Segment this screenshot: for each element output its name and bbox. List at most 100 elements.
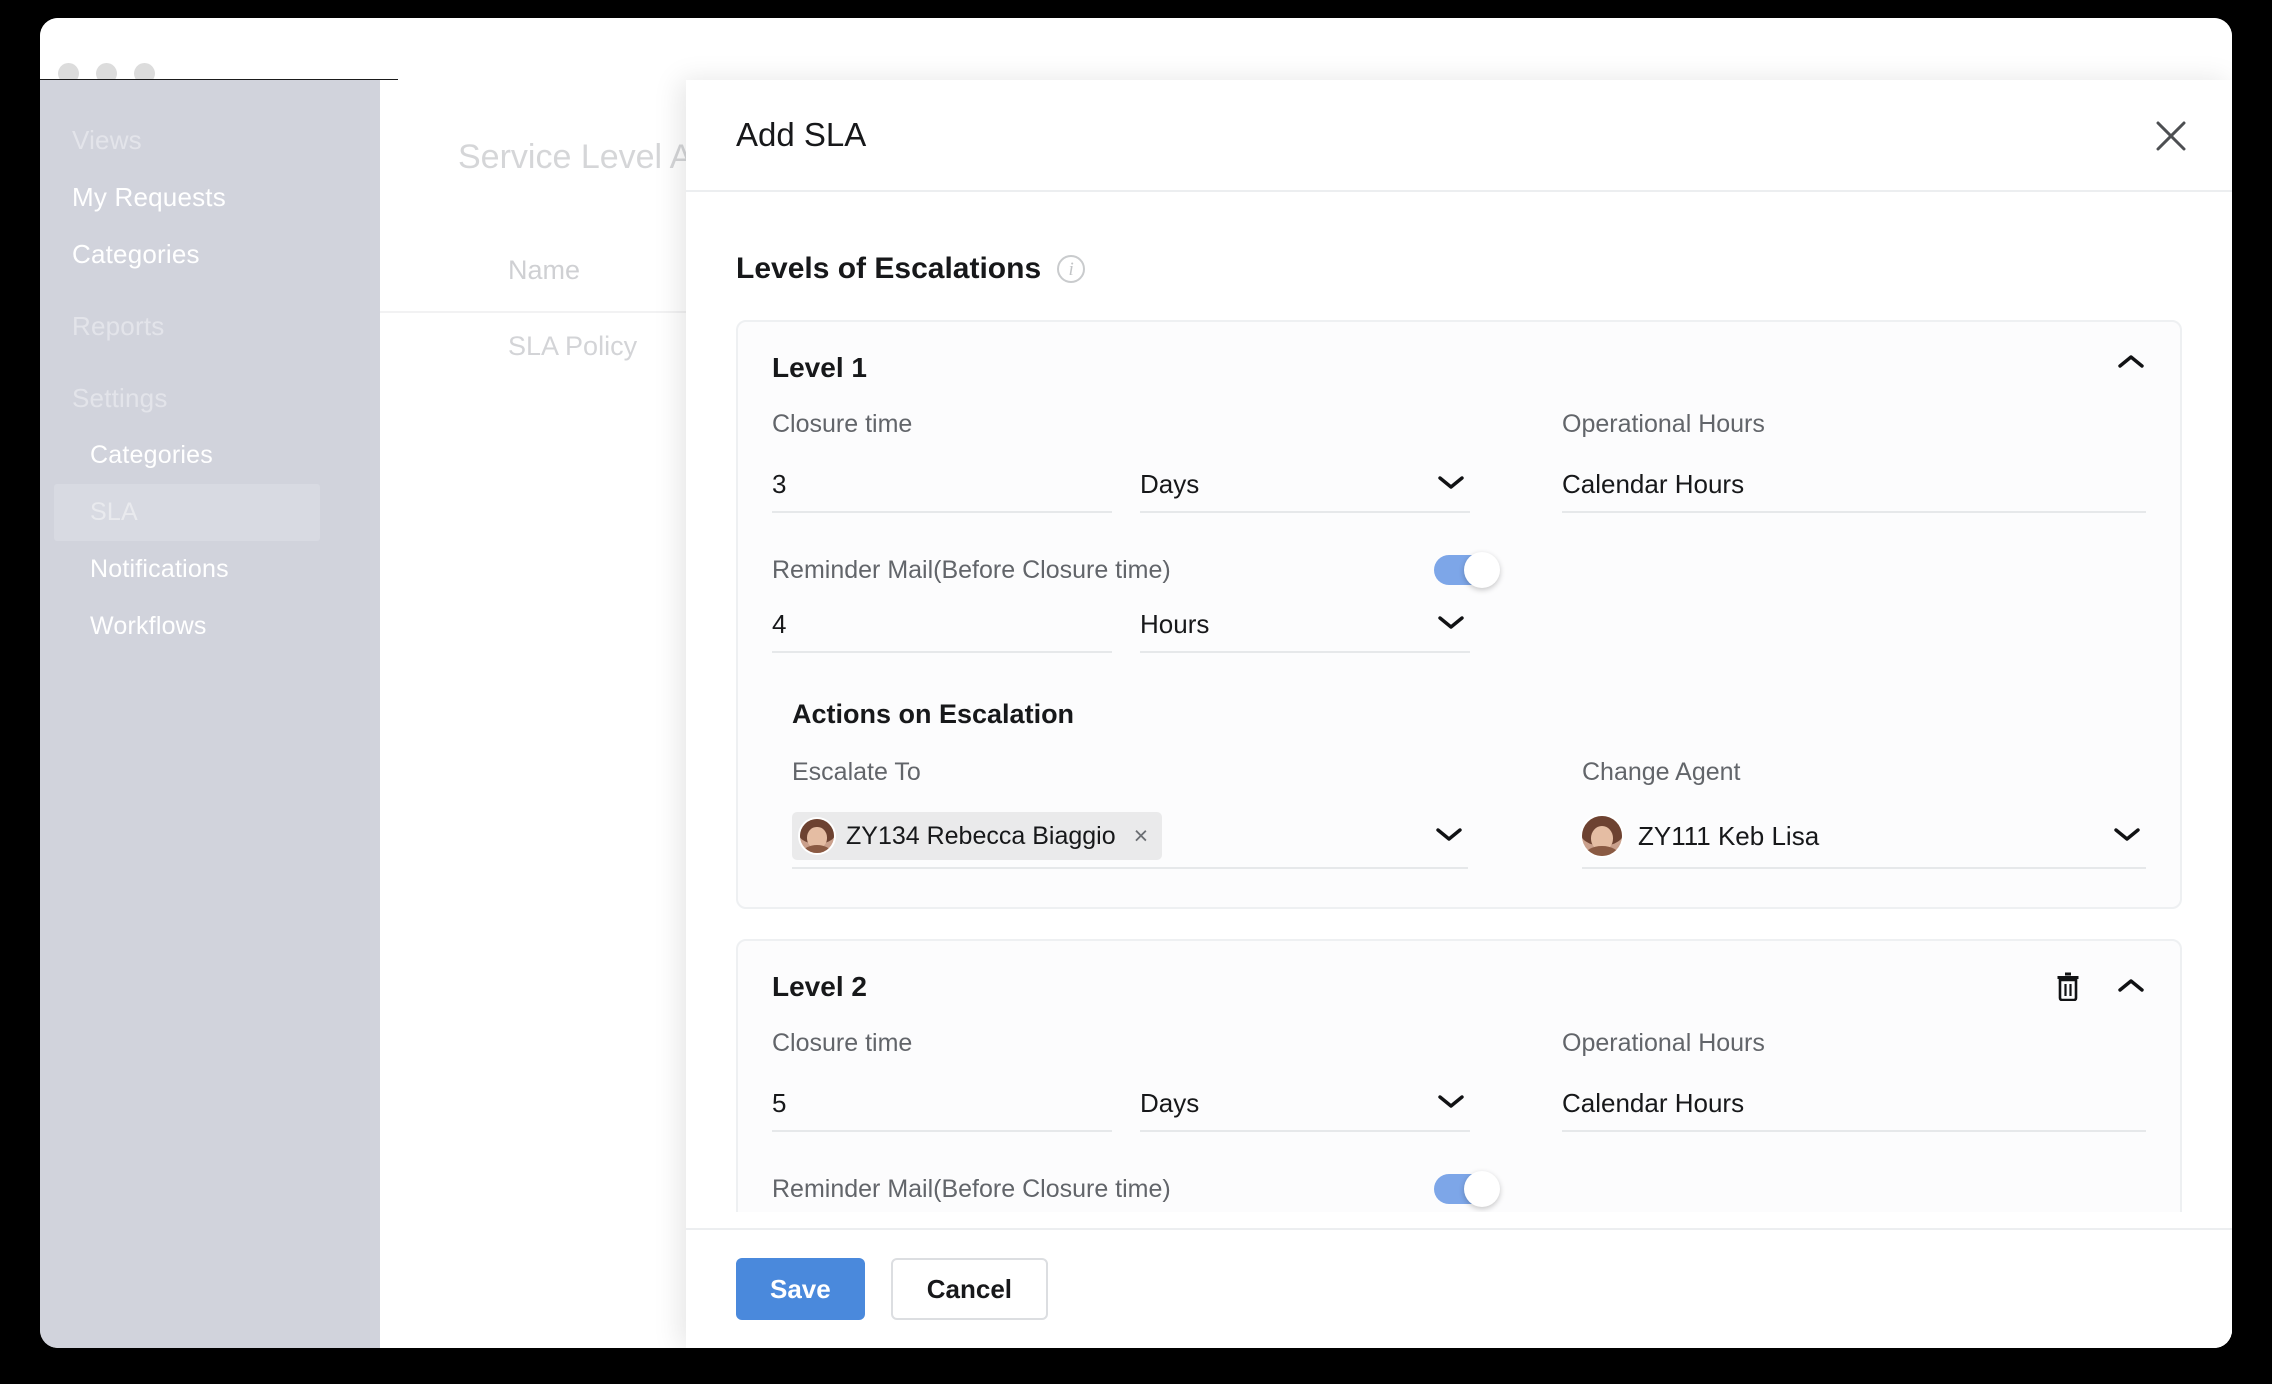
avatar xyxy=(800,819,834,853)
sidebar-item-label: My Requests xyxy=(72,182,226,212)
closure-time-unit-select[interactable]: Days xyxy=(1140,457,1470,513)
closure-time-group: Closure time 5 Days xyxy=(772,1029,1512,1132)
sidebar-item-label: Notifications xyxy=(90,555,229,583)
chevron-down-icon xyxy=(1436,472,1466,497)
info-icon[interactable]: i xyxy=(1057,255,1086,283)
operational-hours-input[interactable]: Calendar Hours xyxy=(1562,1076,2146,1132)
sidebar-item-notifications[interactable]: Notifications xyxy=(40,541,380,598)
reminder-value: 4 xyxy=(772,608,787,639)
sidebar-item-reports[interactable]: Reports xyxy=(40,298,380,355)
actions-title: Actions on Escalation xyxy=(792,699,1075,729)
closure-time-inputs: 3 Days xyxy=(772,457,1512,513)
level-actions xyxy=(2116,352,2146,372)
save-button[interactable]: Save xyxy=(736,1258,865,1320)
escalate-to-chip-label: ZY134 Rebecca Biaggio xyxy=(846,821,1116,850)
level-card-2: Level 2 Closure time 5 Days Operational … xyxy=(736,939,2182,1228)
change-agent-value: ZY111 Keb Lisa xyxy=(1638,820,1820,851)
level-2-row-1: Closure time 5 Days Operational Hours Ca… xyxy=(772,1029,2146,1132)
escalate-to-label: Escalate To xyxy=(792,758,921,786)
chevron-up-icon[interactable] xyxy=(2116,976,2146,996)
sidebar-item-label: Reports xyxy=(72,311,165,341)
sidebar-item-settings[interactable]: Settings xyxy=(40,370,380,427)
sidebar-item-my-requests[interactable]: My Requests xyxy=(40,169,380,226)
closure-time-value: 5 xyxy=(772,1087,787,1118)
level-1-row-2: 4 Hours xyxy=(772,597,2146,653)
reminder-mail-row: Reminder Mail(Before Closure time) xyxy=(772,1171,1500,1207)
reminder-value-group: 4 Hours xyxy=(772,597,1512,653)
level-card-1: Level 1 Closure time 3 Days Operational … xyxy=(736,320,2182,909)
reminder-mail-label: Reminder Mail(Before Closure time) xyxy=(772,555,1171,584)
cancel-button[interactable]: Cancel xyxy=(890,1258,1048,1320)
chevron-down-icon xyxy=(1436,1091,1466,1116)
sidebar: Views My Requests Categories Reports Set… xyxy=(40,80,380,1348)
reminder-mail-label: Reminder Mail(Before Closure time) xyxy=(772,1174,1171,1203)
chip-remove-icon[interactable]: × xyxy=(1134,822,1149,851)
modal-body[interactable]: Levels of Escalations i Level 1 Closure … xyxy=(686,192,2232,1228)
level-header: Level 2 xyxy=(772,971,2146,1003)
chevron-up-icon[interactable] xyxy=(2116,352,2146,372)
close-icon[interactable] xyxy=(2145,110,2197,162)
level-1-row-1: Closure time 3 Days Operational Hours Ca… xyxy=(772,410,2146,513)
sidebar-item-sla[interactable]: SLA xyxy=(54,484,320,541)
sidebar-item-label: Views xyxy=(72,125,142,155)
reminder-row-spacer xyxy=(1512,597,2146,653)
level-actions xyxy=(2054,971,2146,1001)
sidebar-item-categories[interactable]: Categories xyxy=(40,226,380,283)
closure-time-input[interactable]: 5 xyxy=(772,1076,1112,1132)
sidebar-item-label: Categories xyxy=(90,441,213,469)
closure-time-unit-select[interactable]: Days xyxy=(1140,1076,1470,1132)
trash-icon[interactable] xyxy=(2054,971,2082,1001)
add-sla-modal: Add SLA Levels of Escalations i Level 1 xyxy=(686,80,2232,1348)
sidebar-item-label: Categories xyxy=(72,239,200,269)
closure-time-input[interactable]: 3 xyxy=(772,457,1112,513)
column-header-name: Name xyxy=(508,255,581,285)
reminder-unit-value: Hours xyxy=(1140,608,1210,639)
chevron-down-icon[interactable] xyxy=(1434,824,1464,849)
window-titlebar xyxy=(40,18,2232,84)
reminder-unit-select[interactable]: Hours xyxy=(1140,597,1470,653)
sidebar-item-label: SLA xyxy=(90,498,138,526)
info-glyph: i xyxy=(1068,258,1074,280)
closure-time-inputs: 5 Days xyxy=(772,1076,1512,1132)
sidebar-item-label: Settings xyxy=(72,383,168,413)
change-agent-select[interactable]: ZY111 Keb Lisa xyxy=(1582,805,2146,869)
sidebar-item-workflows[interactable]: Workflows xyxy=(40,598,380,655)
reminder-mail-row: Reminder Mail(Before Closure time) xyxy=(772,552,1500,588)
change-agent-value-wrap: ZY111 Keb Lisa xyxy=(1582,816,1819,856)
escalate-to-chip[interactable]: ZY134 Rebecca Biaggio × xyxy=(792,812,1163,860)
operational-hours-group: Operational Hours Calendar Hours xyxy=(1512,1029,2146,1132)
reminder-mail-toggle[interactable] xyxy=(1434,552,1500,588)
modal-title: Add SLA xyxy=(736,116,867,153)
actions-on-escalation: Actions on Escalation Escalate To ZY134 … xyxy=(772,699,2146,869)
chevron-down-icon xyxy=(2112,824,2142,849)
closure-time-unit-value: Days xyxy=(1140,468,1200,499)
sidebar-item-views[interactable]: Views xyxy=(40,112,380,169)
closure-time-unit-value: Days xyxy=(1140,1087,1200,1118)
operational-hours-label: Operational Hours xyxy=(1562,1029,1765,1057)
toggle-knob xyxy=(1464,1171,1500,1207)
closure-time-label: Closure time xyxy=(772,1029,913,1057)
change-agent-label: Change Agent xyxy=(1582,758,1741,786)
closure-time-group: Closure time 3 Days xyxy=(772,410,1512,513)
operational-hours-group: Operational Hours Calendar Hours xyxy=(1512,410,2146,513)
chevron-down-icon xyxy=(1436,612,1466,637)
level-title: Level 2 xyxy=(772,971,867,1002)
avatar xyxy=(1582,816,1622,856)
reminder-mail-toggle[interactable] xyxy=(1434,1171,1500,1207)
sidebar-item-settings-categories[interactable]: Categories xyxy=(40,427,380,484)
level-title: Level 1 xyxy=(772,352,867,383)
section-title: Levels of Escalations xyxy=(736,252,1042,285)
escalate-to-input[interactable]: ZY134 Rebecca Biaggio × xyxy=(792,805,1468,869)
closure-time-value: 3 xyxy=(772,468,787,499)
toggle-knob xyxy=(1464,552,1500,588)
section-header: Levels of Escalations i xyxy=(736,252,2182,286)
operational-hours-input[interactable]: Calendar Hours xyxy=(1562,457,2146,513)
escalation-fields: Escalate To ZY134 Rebecca Biaggio × Chan… xyxy=(792,758,2146,869)
modal-footer: Save Cancel xyxy=(686,1228,2232,1348)
reminder-value-input[interactable]: 4 xyxy=(772,597,1112,653)
closure-time-label: Closure time xyxy=(772,410,913,438)
operational-hours-label: Operational Hours xyxy=(1562,410,1765,438)
reminder-inputs: 4 Hours xyxy=(772,597,1512,653)
